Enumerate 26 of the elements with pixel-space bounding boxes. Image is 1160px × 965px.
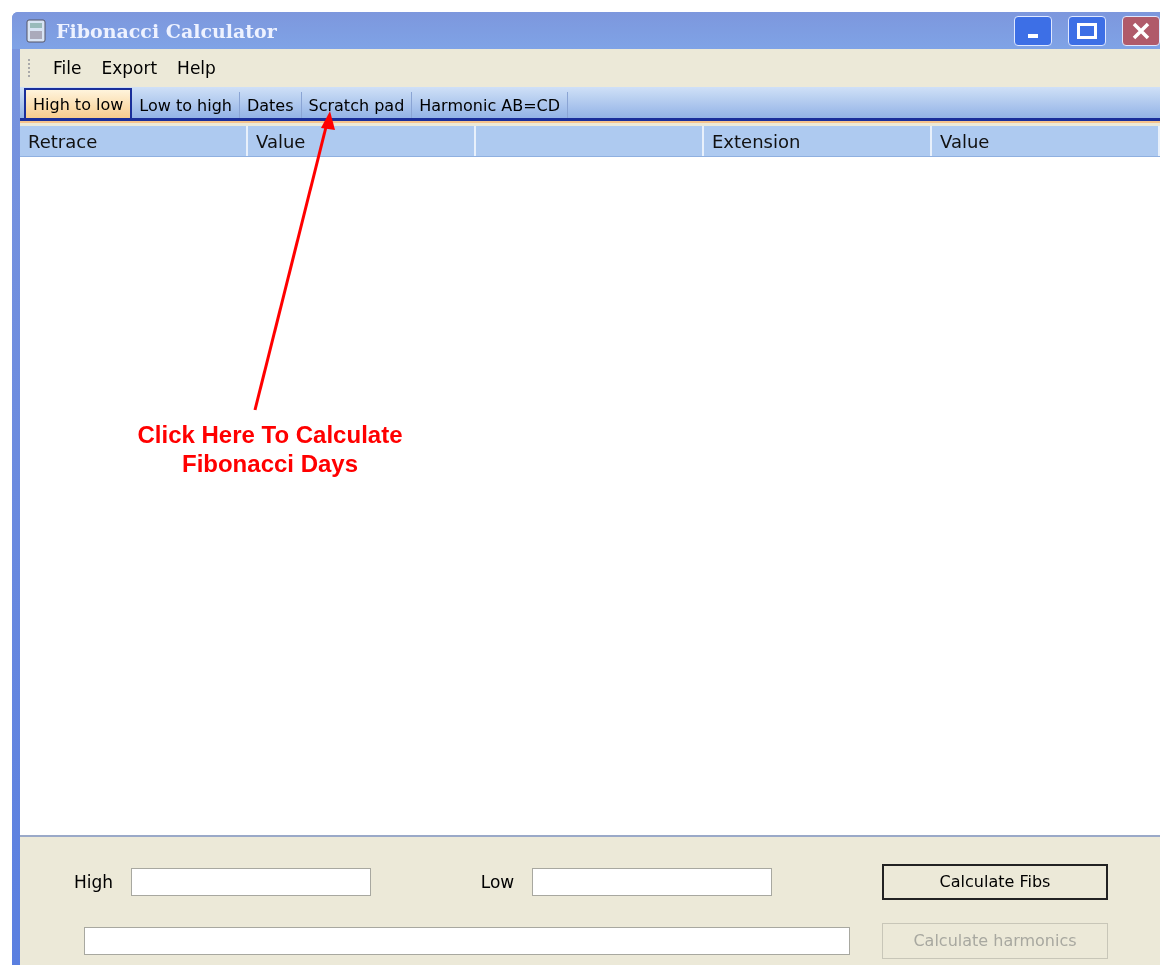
low-field[interactable] [532,867,773,896]
window-title: Fibonacci Calculator [56,19,278,42]
tab[interactable]: Dates [239,92,302,118]
calculator-icon [26,18,46,43]
column-header[interactable]: Retrace [20,126,248,156]
menu-item[interactable]: File [53,58,82,78]
annotation-text: Click Here To Calculate Fibonacci Days [136,420,404,478]
column-header[interactable]: Value [932,126,1160,156]
maximize-button[interactable] [1068,15,1106,46]
high-field[interactable] [131,867,372,896]
minimize-icon [1028,33,1038,38]
high-label: High [73,871,115,892]
column-header[interactable]: Extension [704,126,932,156]
output-field[interactable] [84,926,850,955]
tab[interactable]: High to low [24,88,133,118]
calculate-fibs-button[interactable]: Calculate Fibs [882,863,1108,900]
close-icon [1132,21,1150,40]
menu-item[interactable]: Export [101,58,158,78]
low-label: Low [480,871,516,892]
tab[interactable]: Harmonic AB=CD [412,92,569,118]
tab[interactable]: Low to high [132,92,240,118]
close-button[interactable] [1122,15,1160,46]
toolbar-grip [28,59,33,77]
minimize-button[interactable] [1014,15,1052,46]
menu-item[interactable]: Help [177,58,216,78]
maximize-icon [1077,22,1097,39]
